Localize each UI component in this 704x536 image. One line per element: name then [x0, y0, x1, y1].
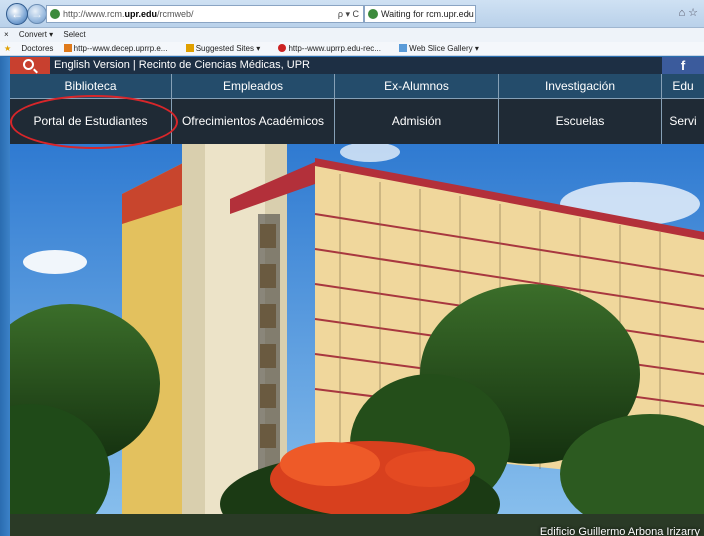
- nav-investigacion[interactable]: Investigación: [499, 74, 662, 98]
- nav-escuelas[interactable]: Escuelas: [499, 98, 662, 144]
- page-icon: [278, 44, 287, 52]
- favorite-item[interactable]: http--www.decep.uprrp.e...: [63, 44, 176, 53]
- browser-tab[interactable]: Waiting for rcm.upr.edu ×: [364, 5, 476, 23]
- browser-titlebar: ← → http://www.rcm.upr.edu/rcmweb/ ρ ▾ C…: [0, 0, 704, 28]
- favorite-item[interactable]: http--www.uprrp.edu-rec...: [278, 44, 388, 53]
- command-bar-close[interactable]: ×: [4, 30, 9, 39]
- search-button[interactable]: [10, 57, 50, 74]
- tab-favicon-icon: [368, 9, 378, 19]
- back-button[interactable]: ←: [6, 3, 28, 25]
- address-bar[interactable]: http://www.rcm.upr.edu/rcmweb/ ρ ▾ C: [46, 5, 364, 23]
- nav-biblioteca[interactable]: Biblioteca: [10, 74, 172, 98]
- favorites-star-icon[interactable]: ★: [4, 44, 11, 53]
- nav-empleados[interactable]: Empleados: [172, 74, 335, 98]
- favorite-item[interactable]: Web Slice Gallery ▾: [399, 44, 487, 53]
- nav-ex-alumnos[interactable]: Ex-Alumnos: [335, 74, 499, 98]
- favorite-item[interactable]: Doctores: [21, 44, 53, 53]
- page-icon: [63, 44, 72, 52]
- url-domain: upr.edu: [124, 9, 158, 19]
- nav-admision[interactable]: Admisión: [335, 98, 499, 144]
- page-icon: [185, 44, 194, 52]
- favorite-label: http--www.uprrp.edu-rec...: [288, 44, 381, 53]
- home-favorites-icons[interactable]: ⌂ ☆: [678, 6, 698, 19]
- secondary-nav: Portal de Estudiantes Ofrecimientos Acad…: [10, 98, 704, 144]
- hero-image: Edificio Guillermo Arbona Irizarry: [10, 144, 704, 536]
- facebook-icon[interactable]: f: [662, 57, 704, 74]
- search-icon: [23, 59, 34, 70]
- tab-close-button[interactable]: ×: [466, 6, 471, 22]
- website-content: English Version | Recinto de Ciencias Mé…: [10, 57, 704, 536]
- english-version-link[interactable]: English Version | Recinto de Ciencias Mé…: [54, 57, 310, 74]
- favorite-label: Web Slice Gallery ▾: [409, 44, 479, 53]
- convert-button[interactable]: Convert ▾: [19, 30, 53, 39]
- forward-button[interactable]: →: [27, 4, 47, 24]
- browser-window: ← → http://www.rcm.upr.edu/rcmweb/ ρ ▾ C…: [0, 0, 704, 536]
- favorite-label: http--www.decep.uprrp.e...: [73, 44, 168, 53]
- hero-caption: Edificio Guillermo Arbona Irizarry: [539, 526, 700, 536]
- address-controls[interactable]: ρ ▾ C: [338, 6, 359, 22]
- site-top-strip: English Version | Recinto de Ciencias Mé…: [10, 57, 704, 74]
- select-button[interactable]: Select: [63, 30, 85, 39]
- favorites-bar: ★ Doctores http--www.decep.uprrp.e... Su…: [0, 42, 704, 56]
- nav-ofrecimientos-academicos[interactable]: Ofrecimientos Académicos: [172, 98, 335, 144]
- tab-title: Waiting for rcm.upr.edu: [381, 9, 474, 19]
- command-bar: × Convert ▾ Select: [0, 28, 704, 42]
- site-favicon-icon: [50, 9, 60, 19]
- nav-portal-estudiantes[interactable]: Portal de Estudiantes: [10, 98, 172, 144]
- favorite-label: Suggested Sites ▾: [195, 44, 261, 53]
- favorite-item[interactable]: Suggested Sites ▾: [185, 44, 269, 53]
- nav-educacion[interactable]: Edu: [662, 74, 704, 98]
- building-photo: [10, 144, 704, 536]
- primary-nav: Biblioteca Empleados Ex-Alumnos Investig…: [10, 74, 704, 98]
- window-left-edge: [0, 57, 10, 536]
- nav-servicios[interactable]: Servi: [662, 98, 704, 144]
- url-prefix: http://www.rcm.: [63, 9, 125, 19]
- url-suffix: /rcmweb/: [157, 9, 194, 19]
- page-icon: [399, 44, 408, 52]
